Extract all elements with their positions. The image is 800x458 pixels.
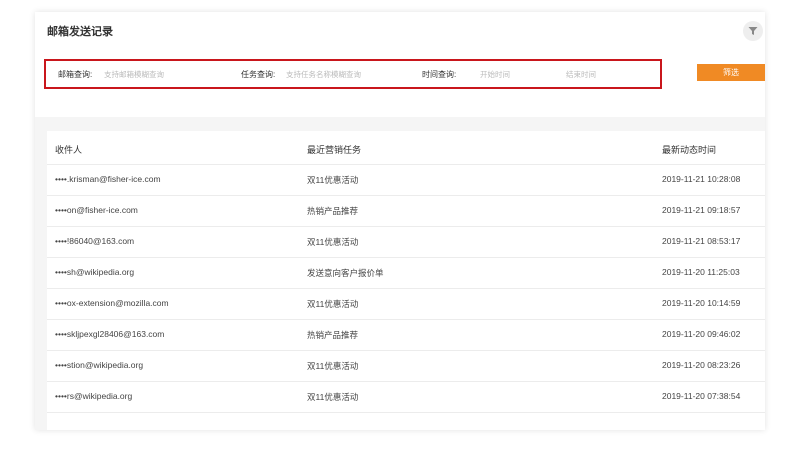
recipient-cell: ••••stion@wikipedia.org xyxy=(55,360,144,370)
funnel-icon xyxy=(748,27,758,35)
recipient-cell: ••••rs@wikipedia.org xyxy=(55,391,133,401)
time-cell: 2019-11-20 08:23:26 xyxy=(662,360,741,370)
task-cell: 双11优惠活动 xyxy=(307,237,359,247)
filter-button[interactable]: 筛选 xyxy=(697,64,765,81)
recipient-cell: ••••sh@wikipedia.org xyxy=(55,267,135,277)
task-cell: 热销产品推荐 xyxy=(307,330,359,340)
task-cell: 双11优惠活动 xyxy=(307,392,359,402)
table-header: 收件人 最近营销任务 最新动态时间 xyxy=(47,131,765,165)
time-cell: 2019-11-21 09:18:57 xyxy=(662,205,741,215)
time-cell: 2019-11-20 11:25:03 xyxy=(662,267,740,277)
recipient-cell: ••••on@fisher-ice.com xyxy=(55,205,138,215)
recipient-cell: ••••skljpexgl28406@163.com xyxy=(55,329,165,339)
start-time-input[interactable] xyxy=(480,67,550,81)
task-cell: 双11优惠活动 xyxy=(307,175,359,185)
time-cell: 2019-11-20 09:46:02 xyxy=(662,329,741,339)
records-table: 收件人 最近营销任务 最新动态时间 ••••.krisman@fisher-ic… xyxy=(47,131,765,430)
table-row[interactable]: ••••ox-extension@mozilla.com 双11优惠活动 201… xyxy=(47,288,765,320)
task-cell: 发送意向客户报价单 xyxy=(307,268,384,278)
recipient-cell: ••••.krisman@fisher-ice.com xyxy=(55,174,161,184)
time-cell: 2019-11-20 07:38:54 xyxy=(662,391,741,401)
table-row[interactable]: ••••.krisman@fisher-ice.com 双11优惠活动 2019… xyxy=(47,164,765,196)
time-cell: 2019-11-21 10:28:08 xyxy=(662,174,741,184)
search-filter-bar: 邮箱查询: 任务查询: 时间查询: xyxy=(44,59,662,89)
column-header-recipient: 收件人 xyxy=(55,145,83,155)
task-search-label: 任务查询: xyxy=(241,70,276,79)
table-row[interactable]: ••••sh@wikipedia.org 发送意向客户报价单 2019-11-2… xyxy=(47,257,765,289)
table-row[interactable]: ••••stion@wikipedia.org 双11优惠活动 2019-11-… xyxy=(47,350,765,382)
email-search-label: 邮箱查询: xyxy=(58,70,93,79)
recipient-cell: ••••ox-extension@mozilla.com xyxy=(55,298,169,308)
table-row[interactable]: ••••rs@wikipedia.org 双11优惠活动 2019-11-20 … xyxy=(47,381,765,413)
page-title: 邮箱发送记录 xyxy=(47,26,113,38)
column-header-task: 最近营销任务 xyxy=(307,145,362,155)
time-cell: 2019-11-20 10:14:59 xyxy=(662,298,741,308)
search-card: 邮箱发送记录 邮箱查询: 任务查询: 时间查询: 筛选 xyxy=(35,12,765,117)
end-time-input[interactable] xyxy=(566,67,636,81)
filter-toggle-button[interactable] xyxy=(743,21,763,41)
column-header-time: 最新动态时间 xyxy=(662,145,717,155)
email-search-input[interactable] xyxy=(104,67,214,81)
task-cell: 热销产品推荐 xyxy=(307,206,359,216)
recipient-cell: ••••!86040@163.com xyxy=(55,236,135,246)
task-search-input[interactable] xyxy=(286,67,406,81)
time-search-label: 时间查询: xyxy=(422,70,457,79)
table-row[interactable]: ••••!86040@163.com 双11优惠活动 2019-11-21 08… xyxy=(47,226,765,258)
email-records-panel: 邮箱发送记录 邮箱查询: 任务查询: 时间查询: 筛选 收件人 最近营销任务 最… xyxy=(35,12,765,430)
time-cell: 2019-11-21 08:53:17 xyxy=(662,236,741,246)
task-cell: 双11优惠活动 xyxy=(307,361,359,371)
task-cell: 双11优惠活动 xyxy=(307,299,359,309)
table-row[interactable]: ••••on@fisher-ice.com 热销产品推荐 2019-11-21 … xyxy=(47,195,765,227)
table-row[interactable]: ••••skljpexgl28406@163.com 热销产品推荐 2019-1… xyxy=(47,319,765,351)
